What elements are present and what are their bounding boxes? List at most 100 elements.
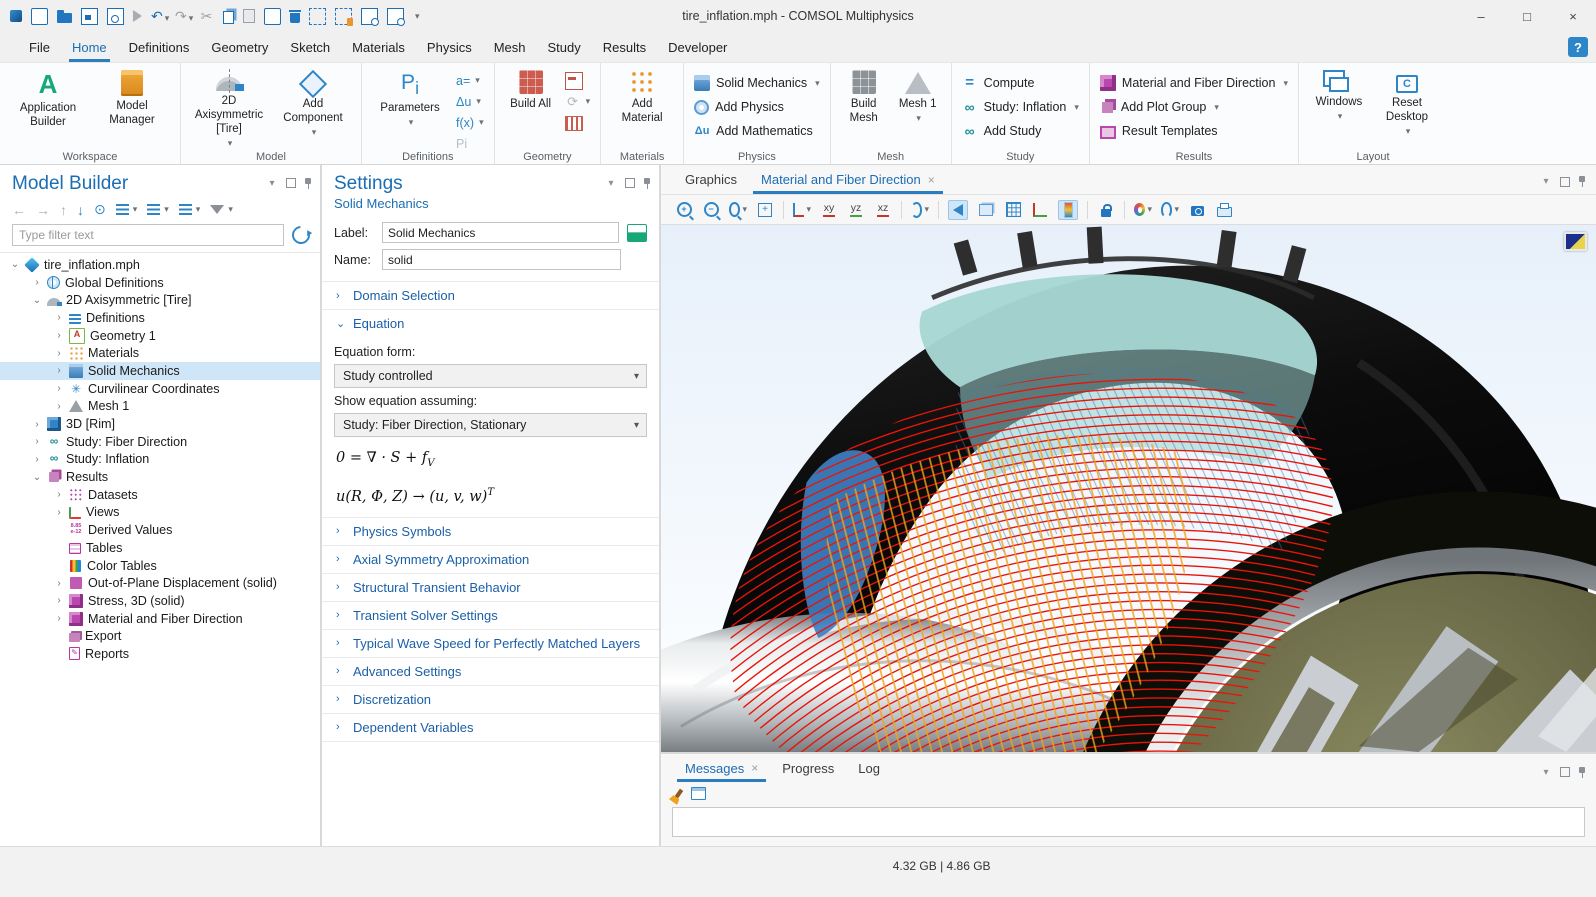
add-study-button[interactable]: ∞Add Study	[962, 121, 1079, 141]
equation-form-select[interactable]: Study controlled	[334, 364, 647, 388]
move-down-icon[interactable]: ↓	[77, 202, 84, 218]
section-structural-transient-behavior[interactable]: Structural Transient Behavior	[322, 574, 659, 601]
tree-item-color-tables[interactable]: Color Tables	[0, 557, 320, 575]
build-all-button[interactable]: Build All	[505, 67, 557, 111]
model-manager-button[interactable]: Model Manager	[94, 67, 170, 127]
chevron-down-icon[interactable]	[32, 472, 42, 483]
functions-button[interactable]: f(x)▾	[456, 113, 484, 132]
menu-file[interactable]: File	[18, 32, 61, 62]
build-mesh-button[interactable]: Build Mesh	[841, 67, 887, 125]
pin-panel-icon[interactable]	[643, 178, 651, 189]
windows-button[interactable]: Windows▾	[1309, 67, 1369, 123]
tree-item-export[interactable]: Export	[0, 627, 320, 645]
tree-item-geometry-1[interactable]: AGeometry 1	[0, 327, 320, 345]
panel-menu-icon[interactable]: ▾	[1540, 176, 1552, 188]
delete-icon[interactable]	[290, 13, 300, 23]
lock-icon[interactable]	[1097, 201, 1115, 219]
close-tab-icon[interactable]: ×	[751, 761, 758, 775]
result-templates-button[interactable]: Result Templates	[1100, 121, 1288, 141]
axisymmetric-component-button[interactable]: 2D Axisymmetric [Tire]▾	[191, 67, 267, 150]
section-physics-symbols[interactable]: Physics Symbols	[322, 518, 659, 545]
tree-item-2d-axisymmetric[interactable]: 2D Axisymmetric [Tire]	[0, 291, 320, 309]
open-in-new-window-icon[interactable]	[691, 787, 706, 800]
menu-home[interactable]: Home	[61, 32, 118, 62]
show-icon[interactable]: ⊙	[94, 201, 106, 218]
chevron-right-icon[interactable]	[32, 277, 42, 288]
preview-icon[interactable]	[387, 8, 404, 25]
reset-desktop-button[interactable]: C Reset Desktop▾	[1377, 67, 1437, 138]
show-equation-select[interactable]: Study: Fiber Direction, Stationary	[334, 413, 647, 437]
parameters-button[interactable]: Pi Parameters▾	[372, 67, 448, 129]
tree-item-reports[interactable]: ✎Reports	[0, 645, 320, 663]
section-axial-symmetry-approximation[interactable]: Axial Symmetry Approximation	[322, 546, 659, 573]
transparency-icon[interactable]	[977, 201, 995, 219]
expand-all-icon[interactable]: ▾	[116, 204, 138, 215]
tree-item-study-inflation[interactable]: ∞Study: Inflation	[0, 451, 320, 469]
application-builder-button[interactable]: A Application Builder	[10, 67, 86, 129]
chevron-down-icon[interactable]	[10, 259, 20, 270]
undo-icon[interactable]: ↶▾	[151, 9, 166, 24]
save-icon[interactable]	[81, 8, 98, 25]
chevron-right-icon[interactable]	[54, 489, 64, 500]
float-panel-icon[interactable]	[625, 178, 635, 188]
deselect-icon[interactable]	[335, 8, 352, 25]
tree-item-results[interactable]: Results	[0, 468, 320, 486]
section-advanced-settings[interactable]: Advanced Settings	[322, 658, 659, 685]
add-mathematics-button[interactable]: ΔuAdd Mathematics	[694, 121, 820, 141]
filter-icon[interactable]: ▾	[210, 204, 233, 215]
menu-sketch[interactable]: Sketch	[279, 32, 341, 62]
chevron-right-icon[interactable]	[54, 365, 64, 376]
tree-item-tables[interactable]: Tables	[0, 539, 320, 557]
paste-icon[interactable]	[243, 9, 255, 23]
tree-item-root[interactable]: tire_inflation.mph	[0, 256, 320, 274]
menu-study[interactable]: Study	[537, 32, 592, 62]
section-discretization[interactable]: Discretization	[322, 686, 659, 713]
variables-button[interactable]: a=▾	[456, 71, 484, 90]
run-icon[interactable]	[133, 10, 142, 22]
tree-item-curvilinear-coordinates[interactable]: ✳Curvilinear Coordinates	[0, 380, 320, 398]
environment-icon[interactable]: ▾	[1161, 201, 1179, 219]
plot-legend-icon[interactable]	[1564, 232, 1587, 251]
pin-panel-icon[interactable]	[1578, 176, 1586, 187]
label-input[interactable]	[382, 222, 619, 243]
chevron-right-icon[interactable]	[54, 348, 64, 359]
geometry-import-button[interactable]	[565, 71, 591, 90]
chevron-right-icon[interactable]	[32, 454, 42, 465]
compute-button[interactable]: =Compute	[962, 73, 1079, 93]
filter-input[interactable]	[12, 224, 284, 246]
cut-icon[interactable]: ✂	[199, 9, 214, 24]
tree-item-out-of-plane-displacement[interactable]: Out-of-Plane Displacement (solid)	[0, 574, 320, 592]
color-legend-icon[interactable]	[1058, 200, 1078, 220]
panel-menu-icon[interactable]: ▾	[266, 177, 278, 189]
menu-definitions[interactable]: Definitions	[118, 32, 201, 62]
chevron-down-icon[interactable]	[32, 295, 42, 306]
add-component-button[interactable]: Add Component▾	[275, 67, 351, 139]
collapse-all-icon[interactable]: ▾	[147, 204, 169, 215]
chevron-right-icon[interactable]	[54, 595, 64, 606]
chevron-right-icon[interactable]	[54, 401, 64, 412]
chevron-right-icon[interactable]	[32, 419, 42, 430]
zoom-box-icon[interactable]: ▾	[729, 201, 747, 219]
graphics-viewport[interactable]	[661, 225, 1596, 752]
save-as-icon[interactable]	[107, 8, 124, 25]
clear-messages-icon[interactable]	[675, 788, 683, 798]
pin-panel-icon[interactable]	[1578, 767, 1586, 778]
panel-menu-icon[interactable]: ▾	[605, 177, 617, 189]
add-plot-group-button[interactable]: Add Plot Group▾	[1100, 97, 1288, 117]
section-transient-solver-settings[interactable]: Transient Solver Settings	[322, 602, 659, 629]
chevron-right-icon[interactable]	[54, 578, 64, 589]
float-panel-icon[interactable]	[1560, 767, 1570, 777]
material-fiber-direction-button[interactable]: Material and Fiber Direction▾	[1100, 73, 1288, 93]
rotate-icon[interactable]: ▾	[911, 201, 929, 219]
chevron-right-icon[interactable]	[54, 383, 64, 394]
geometry-sequence-button[interactable]	[565, 113, 591, 132]
tree-item-mesh-1[interactable]: Mesh 1	[0, 398, 320, 416]
color-theme-icon[interactable]: ▾	[1134, 201, 1152, 219]
panel-menu-icon[interactable]: ▾	[1540, 766, 1552, 778]
refresh-icon[interactable]	[288, 222, 313, 247]
tab-messages[interactable]: Messages×	[675, 754, 768, 782]
chevron-right-icon[interactable]	[32, 436, 42, 447]
menu-materials[interactable]: Materials	[341, 32, 416, 62]
maximize-button[interactable]: □	[1504, 0, 1550, 32]
close-tab-icon[interactable]: ×	[928, 173, 935, 187]
